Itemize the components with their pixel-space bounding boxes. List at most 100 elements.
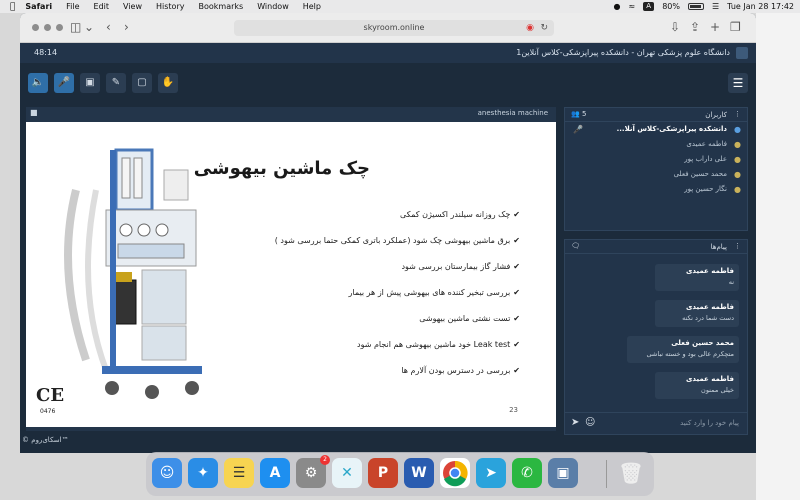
checkmark-icon: ✔ [513, 314, 520, 323]
apple-icon[interactable]:  [10, 2, 15, 12]
clock[interactable]: Tue Jan 28 17:42 [727, 2, 794, 11]
user-item[interactable]: ● دانشکده پیراپزشکی-کلاس آنلا... 🎤 [565, 122, 747, 137]
control-center-icon[interactable]: ☰ [712, 2, 719, 11]
raise-hand-icon[interactable]: ✋ [158, 73, 178, 93]
app-header: 48:14 دانشگاه علوم پزشکی تهران - دانشکده… [20, 43, 756, 63]
presentation-header: ■ anesthesia machine [26, 107, 556, 119]
battery-icon[interactable] [687, 3, 704, 10]
message-text: نه [728, 278, 734, 286]
user-icon: ● [734, 140, 741, 149]
download-icon[interactable]: ⇩ [670, 20, 680, 34]
forward-icon[interactable]: › [124, 20, 129, 34]
notes-icon[interactable]: ☰ [224, 458, 254, 488]
powerpoint-icon[interactable]: P [368, 458, 398, 488]
tab-overview-icon[interactable]: ❐ [730, 20, 741, 34]
url-text: skyroom.online [363, 23, 425, 32]
sidebar-toggle-icon[interactable]: ◫ [70, 20, 81, 34]
checkmark-icon: ✔ [513, 340, 520, 349]
whatsapp-icon[interactable]: ✆ [512, 458, 542, 488]
menu-help[interactable]: Help [303, 2, 321, 11]
chrome-icon[interactable] [440, 458, 470, 488]
checkmark-icon: ✔ [513, 236, 520, 245]
user-item[interactable]: ● محمد حسین فعلی [565, 167, 747, 182]
class-title: دانشگاه علوم پزشکی تهران - دانشکده پیراپ… [516, 48, 730, 57]
trash-icon[interactable]: 🗑 [616, 458, 646, 488]
speaker-icon[interactable]: 🔈 [28, 73, 48, 93]
menu-view[interactable]: View [123, 2, 142, 11]
chat-message: محمد حسین فعلی متچکرم عالی بود و خسته نب… [627, 336, 739, 363]
app-store-icon[interactable]: A [260, 458, 290, 488]
chevron-down-icon[interactable]: ⌄ [84, 20, 94, 34]
microphone-icon: 🎤 [573, 125, 583, 134]
users-label: کاربران [705, 111, 727, 119]
input-source-icon[interactable]: A [643, 2, 655, 11]
presentation-name: anesthesia machine [477, 109, 548, 117]
safari-icon[interactable]: ✦ [188, 458, 218, 488]
control-bar: 🔈 🎤 ▣ ✎ ▢ ✋ ☰ [20, 69, 756, 99]
telegram-icon[interactable]: ➤ [476, 458, 506, 488]
folder-icon[interactable]: ▢ [132, 73, 152, 93]
chat-input[interactable]: ➤ ☺ پیام خود را وارد کنید [565, 412, 747, 434]
users-panel: 👥 5 کاربران ⋮ ● دانشکده پیراپزشکی-کلاس آن… [564, 107, 748, 231]
finder-icon[interactable]: ☺ [152, 458, 182, 488]
menu-file[interactable]: File [66, 2, 79, 11]
new-tab-icon[interactable]: + [710, 20, 720, 34]
emoji-icon[interactable]: ☺ [585, 417, 595, 428]
microphone-icon[interactable]: ◉ [526, 20, 534, 36]
slide-page-number: 23 [509, 406, 518, 414]
chat-panel: 🗨 پیام‌ها ⋮ فاطمه عمیدی نه فاطمه عمیدی د… [564, 239, 748, 435]
bullet-item: ✔فشار گاز بیمارستان بررسی شود [401, 262, 520, 271]
user-icon: ● [734, 125, 741, 134]
preview-icon[interactable]: ▣ [548, 458, 578, 488]
users-count: 👥 5 [571, 110, 587, 118]
file-icon[interactable]: ■ [30, 108, 38, 117]
user-item[interactable]: ● علی داراب پور [565, 152, 747, 167]
session-timer: 48:14 [34, 48, 58, 57]
reload-icon[interactable]: ↻ [540, 20, 548, 36]
checkmark-icon: ✔ [513, 262, 520, 271]
settings-badge: 2 [320, 455, 330, 465]
user-item[interactable]: ● نگار حسین پور [565, 182, 747, 197]
dock: ☺ ✦ ☰ A ⚙ 2 ✕ P W ➤ ✆ ▣ 🗑 [146, 452, 654, 496]
checkmark-icon: ✔ [513, 288, 520, 297]
chat-header: 🗨 پیام‌ها ⋮ [565, 240, 747, 254]
message-sender: محمد حسین فعلی [671, 339, 734, 347]
send-icon[interactable]: ➤ [571, 417, 579, 428]
bullet-item: ✔تست نشتی ماشین بیهوشی [419, 314, 520, 323]
desktop-background [756, 13, 800, 500]
user-item[interactable]: ● فاطمه عمیدی [565, 137, 747, 152]
more-options-icon[interactable]: ⋮ [734, 242, 741, 250]
xcode-cleaner-icon[interactable]: ✕ [332, 458, 362, 488]
share-icon[interactable]: ⇪ [690, 20, 700, 34]
message-text: متچکرم عالی بود و خسته نباشی [646, 350, 734, 358]
bullet-item: ✔بررسی تبخیر کننده های بیهوشی پیش از هر … [348, 288, 520, 297]
address-bar[interactable]: skyroom.online ◉ ↻ [234, 20, 554, 36]
users-header: 👥 5 کاربران ⋮ [565, 108, 747, 122]
menu-edit[interactable]: Edit [94, 2, 110, 11]
hamburger-menu-icon[interactable]: ☰ [728, 73, 748, 93]
user-icon: ● [734, 155, 741, 164]
zoom-window-button[interactable] [56, 24, 63, 31]
screen-record-icon[interactable]: ● [614, 2, 621, 11]
back-icon[interactable]: ‹ [106, 20, 111, 34]
chat-message: فاطمه عمیدی خیلی ممنون [655, 372, 739, 399]
message-text: دست شما درد نکنه [682, 314, 734, 322]
menu-window[interactable]: Window [257, 2, 289, 11]
more-options-icon[interactable]: ⋮ [734, 110, 741, 118]
menu-bookmarks[interactable]: Bookmarks [198, 2, 243, 11]
close-window-button[interactable] [32, 24, 39, 31]
presentation-panel: ■ anesthesia machine چک ماشین بیهوشی ✔چک… [26, 107, 556, 431]
wifi-icon[interactable]: ≈ [628, 2, 635, 11]
minimize-window-button[interactable] [44, 24, 51, 31]
menu-history[interactable]: History [156, 2, 184, 11]
camera-off-icon[interactable]: ▣ [80, 73, 100, 93]
pen-icon[interactable]: ✎ [106, 73, 126, 93]
menu-safari[interactable]: Safari [25, 2, 52, 11]
bullet-item: ✔چک روزانه سیلندر اکسیژن کمکی [400, 210, 520, 219]
status-area: ● ≈ A 80% ☰ Tue Jan 28 17:42 [614, 0, 794, 13]
bullet-item: ✔برق ماشین بیهوشی چک شود (عملکرد باتری ک… [274, 236, 520, 245]
message-sender: فاطمه عمیدی [686, 267, 734, 275]
microphone-toggle-icon[interactable]: 🎤 [54, 73, 74, 93]
message-text: خیلی ممنون [701, 386, 734, 394]
word-icon[interactable]: W [404, 458, 434, 488]
